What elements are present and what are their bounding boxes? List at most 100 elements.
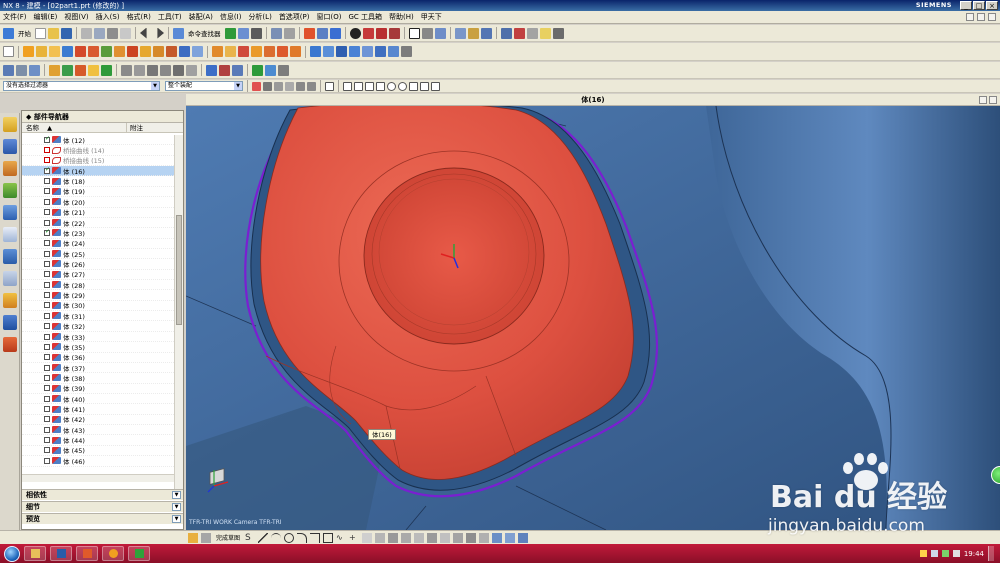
viewport-restore-button[interactable] <box>979 96 987 104</box>
tree-row[interactable]: 体 (24) <box>22 239 174 249</box>
chevron-down-icon[interactable]: ▼ <box>172 503 181 511</box>
delete-face-icon[interactable] <box>264 46 275 57</box>
trim-tool-icon[interactable] <box>401 532 412 543</box>
tree-row[interactable]: 桥接曲线 (15) <box>22 156 174 167</box>
visibility-checkbox[interactable] <box>44 281 50 288</box>
tree-row[interactable]: 桥接曲线 (14) <box>22 145 174 156</box>
roles-icon[interactable] <box>2 337 17 352</box>
tree-row[interactable]: 体 (42) <box>22 415 174 426</box>
snap-center-icon[interactable] <box>387 81 396 91</box>
menu-help[interactable]: 帮助(H) <box>389 12 414 22</box>
shell-icon[interactable] <box>179 46 190 57</box>
zoom-icon[interactable] <box>283 27 295 39</box>
panel-dependencies[interactable]: 相依性 ▼ <box>22 489 183 500</box>
rectangle-select-icon[interactable] <box>325 81 334 91</box>
intersect-icon[interactable] <box>101 46 112 57</box>
render-style-icon[interactable] <box>303 27 315 39</box>
draft-icon[interactable] <box>166 46 177 57</box>
column-note[interactable]: 附注 <box>127 123 143 132</box>
select-all-icon[interactable] <box>252 81 261 91</box>
true-shading-icon[interactable] <box>388 27 400 39</box>
tree-row[interactable]: 体 (23) <box>22 228 174 239</box>
history-icon[interactable] <box>2 249 17 264</box>
chamfer-icon[interactable] <box>153 46 164 57</box>
fit-view-icon[interactable] <box>270 27 282 39</box>
taskbar-browser[interactable] <box>102 546 124 561</box>
through-curves-icon[interactable] <box>310 46 321 57</box>
edge-blend-icon[interactable] <box>140 46 151 57</box>
visibility-checkbox[interactable] <box>44 395 50 402</box>
doc-close-button[interactable] <box>988 13 996 21</box>
rectangle-tool-icon[interactable] <box>323 532 334 543</box>
revolve-icon[interactable] <box>36 46 47 57</box>
visibility-checkbox[interactable] <box>44 447 50 454</box>
deviation-icon[interactable] <box>278 64 289 76</box>
tree-row[interactable]: 体 (35) <box>22 342 174 353</box>
save-icon[interactable] <box>61 27 72 39</box>
assembly-navigator-icon[interactable] <box>2 117 17 132</box>
chevron-down-icon[interactable]: ▼ <box>172 491 181 499</box>
menu-window[interactable]: 窗口(O) <box>317 12 342 22</box>
menu-insert[interactable]: 插入(S) <box>96 12 120 22</box>
visibility-checkbox[interactable] <box>44 209 50 216</box>
visibility-checkbox[interactable] <box>44 260 50 267</box>
line-icon[interactable] <box>49 64 60 76</box>
menu-assemblies[interactable]: 装配(A) <box>189 12 213 22</box>
point-tool-icon[interactable]: + <box>349 533 359 543</box>
convert-reference-icon[interactable] <box>492 532 503 543</box>
layer-settings-icon[interactable] <box>408 27 420 39</box>
swept-icon[interactable] <box>336 46 347 57</box>
visibility-checkbox[interactable] <box>44 292 50 299</box>
datum-plane-icon[interactable] <box>16 64 27 76</box>
offset-curve-icon[interactable] <box>101 64 112 76</box>
tree-row[interactable]: 体 (27) <box>22 270 174 281</box>
visibility-checkbox[interactable] <box>44 240 50 247</box>
chevron-down-icon[interactable]: ▼ <box>172 515 181 523</box>
arc-icon[interactable] <box>62 64 73 76</box>
doc-restore-button[interactable] <box>977 13 985 21</box>
menu-gc-toolkit[interactable]: GC 工具箱 <box>348 12 382 22</box>
view-triad-icon[interactable] <box>500 27 512 39</box>
spline-tool-icon[interactable]: ∿ <box>336 533 346 543</box>
scope-dropdown[interactable]: 整个装配 ▼ <box>165 81 243 91</box>
datum-axis-icon[interactable] <box>29 64 40 76</box>
snap-control-point-icon[interactable] <box>365 81 374 91</box>
close-button[interactable]: × <box>986 1 998 10</box>
tree-row[interactable]: 体 (25) <box>22 249 174 260</box>
trim-curve-icon[interactable] <box>206 64 217 76</box>
manufacturing-wizards-icon[interactable] <box>2 315 17 330</box>
tree-row[interactable]: 体 (46) <box>22 456 174 467</box>
clock[interactable]: 19:44 <box>964 550 984 558</box>
start-orb-icon[interactable] <box>4 545 20 562</box>
visibility-checkbox[interactable] <box>44 178 50 185</box>
tree-row[interactable]: 体 (26) <box>22 259 174 270</box>
snap-intersection-icon[interactable] <box>376 81 385 91</box>
snap-icon[interactable] <box>513 27 525 39</box>
wcs-rotate-icon[interactable] <box>480 27 492 39</box>
resize-blend-icon[interactable] <box>290 46 301 57</box>
move-face-icon[interactable] <box>277 46 288 57</box>
tree-row[interactable]: 体 (21) <box>22 208 174 218</box>
thicken-icon[interactable] <box>192 46 203 57</box>
analysis-icon[interactable] <box>552 27 564 39</box>
intersection-curve-icon[interactable] <box>134 64 145 76</box>
sew-icon[interactable] <box>401 46 412 57</box>
tree-row[interactable]: 体 (45) <box>22 446 174 457</box>
visibility-checkbox[interactable] <box>44 198 50 205</box>
selection-intent-icon[interactable] <box>307 81 316 91</box>
offset-face-icon[interactable] <box>238 46 249 57</box>
isoparametric-curve-icon[interactable] <box>186 64 197 76</box>
taskbar-nx[interactable] <box>50 546 72 561</box>
fillet-tool-icon[interactable] <box>297 532 308 543</box>
trim-body-icon[interactable] <box>114 46 125 57</box>
tree-row[interactable]: 体 (37) <box>22 363 174 374</box>
tree-row[interactable]: 体 (32) <box>22 321 174 332</box>
dimension-tool-icon[interactable] <box>440 532 451 543</box>
system-materials-icon[interactable] <box>2 271 17 286</box>
background-icon[interactable] <box>349 27 361 39</box>
pattern-tool-icon[interactable] <box>375 532 386 543</box>
visibility-checkbox[interactable] <box>44 364 50 371</box>
snap-on-curve-icon[interactable] <box>420 81 429 91</box>
reuse-library-icon[interactable] <box>2 183 17 198</box>
curve-analysis-icon[interactable] <box>252 64 263 76</box>
